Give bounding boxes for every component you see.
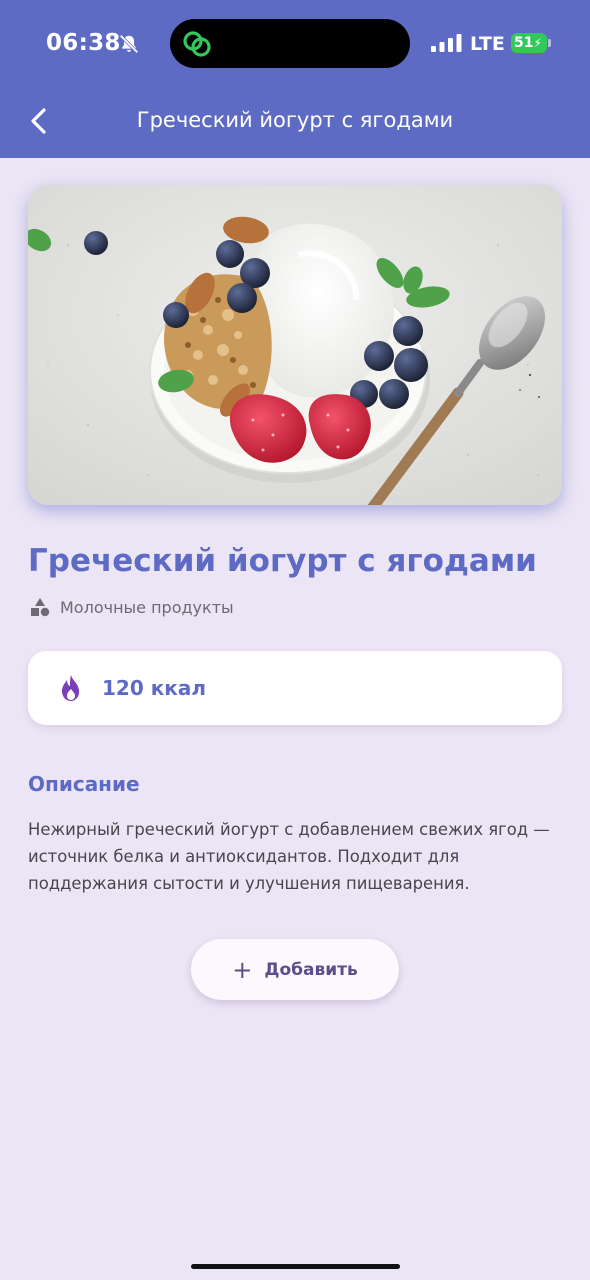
app-bar-title: Греческий йогурт с ягодами — [136, 108, 454, 132]
battery-icon: 51⚡ — [511, 33, 551, 53]
charging-bolt-icon: ⚡ — [533, 36, 542, 50]
status-time: 06:38 — [46, 30, 121, 56]
battery-level: 51⚡ — [511, 33, 547, 53]
network-type: LTE — [470, 33, 505, 55]
back-button[interactable] — [22, 104, 56, 138]
dynamic-island — [170, 19, 410, 68]
fire-icon — [62, 675, 80, 701]
add-button[interactable]: + Добавить — [191, 939, 399, 1000]
home-indicator[interactable] — [191, 1264, 400, 1269]
product-image — [28, 185, 562, 505]
category-row: Молочные продукты — [30, 596, 234, 618]
calories-value: 120 ккал — [102, 676, 207, 700]
cellular-signal-icon — [431, 34, 462, 52]
chevron-left-icon — [31, 108, 46, 134]
battery-percent: 51 — [514, 35, 534, 51]
add-button-label: Добавить — [264, 959, 358, 980]
product-title: Греческий йогурт с ягодами — [28, 543, 537, 579]
description-text: Нежирный греческий йогурт с добавлением … — [28, 820, 550, 893]
link-rings-icon — [183, 31, 211, 57]
description-heading: Описание — [28, 772, 140, 796]
calories-card: 120 ккал — [28, 651, 562, 725]
header: 06:38 LTE 51⚡ Греческий йогурт с ягодами — [0, 0, 590, 158]
bell-slash-icon — [119, 34, 139, 54]
shapes-icon — [31, 598, 50, 617]
category-label: Молочные продукты — [60, 597, 234, 617]
plus-icon: + — [232, 955, 253, 984]
